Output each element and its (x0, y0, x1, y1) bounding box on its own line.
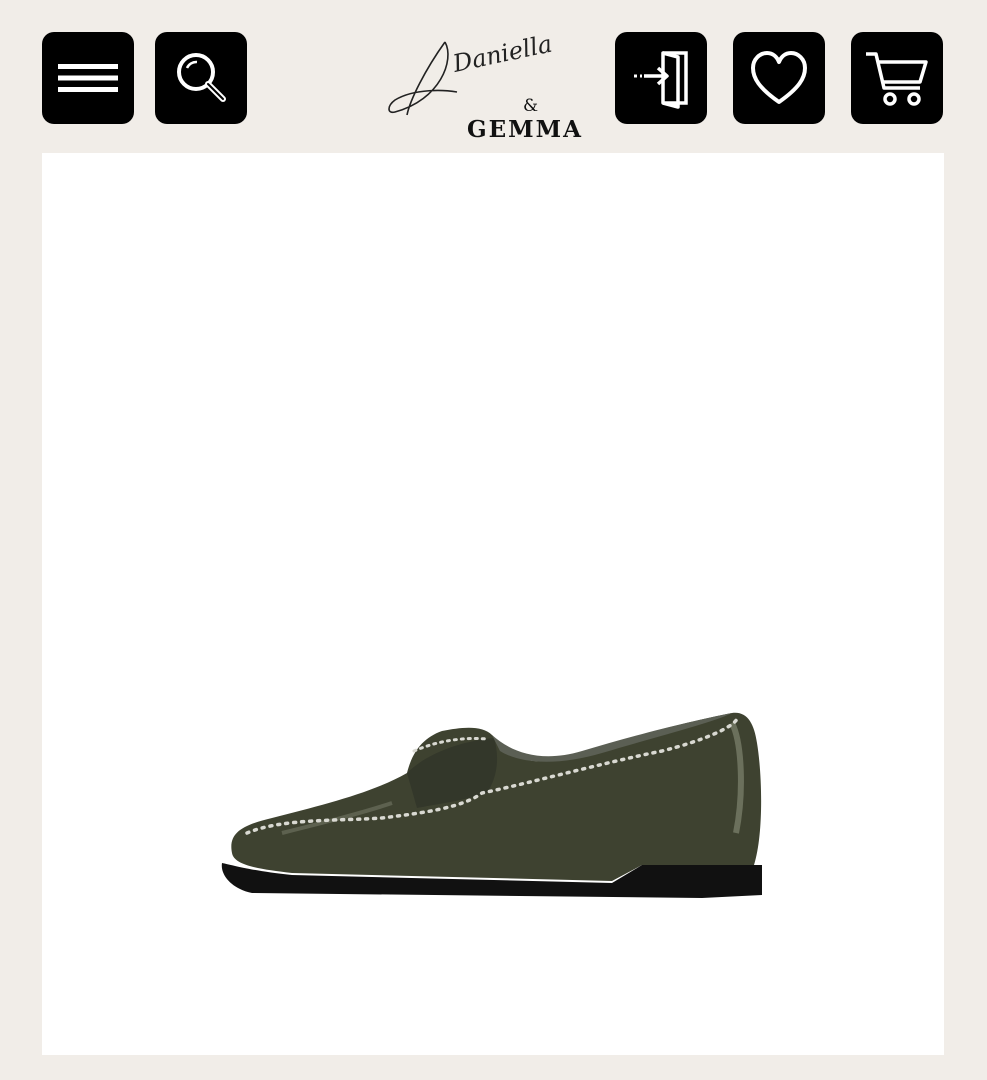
login-button[interactable] (615, 32, 707, 124)
logo-ampersand: & (523, 96, 539, 116)
heart-icon (751, 51, 807, 104)
door-enter-icon (634, 51, 688, 109)
site-header: Daniella & GEMMA (0, 0, 987, 150)
logo-wordmark: GEMMA (467, 116, 583, 143)
loafer-upper (231, 712, 762, 881)
shopping-cart-icon (866, 52, 928, 106)
logo-script: Daniella (388, 30, 555, 116)
cart-button[interactable] (851, 32, 943, 124)
magnifier-search-icon (177, 53, 226, 102)
brand-logo[interactable]: Daniella & GEMMA (385, 30, 605, 141)
wishlist-button[interactable] (733, 32, 825, 124)
search-button[interactable] (155, 32, 247, 124)
logo-script-text: Daniella (449, 30, 554, 78)
product-image (221, 712, 763, 898)
product-image-panel[interactable] (42, 153, 944, 1055)
menu-button[interactable] (42, 32, 134, 124)
hamburger-menu-icon (58, 64, 118, 92)
